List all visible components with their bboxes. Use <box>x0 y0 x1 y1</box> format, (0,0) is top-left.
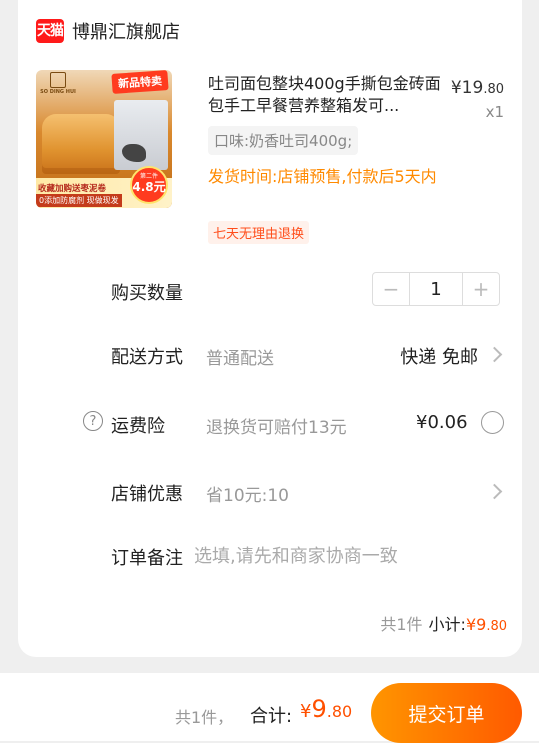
product-variant: 口味:奶香吐司400g; <box>208 126 359 155</box>
subtotal-label: 小计: <box>428 615 466 634</box>
return-policy-badge: 七天无理由退换 <box>208 221 310 244</box>
subtotal-count: 共1件 <box>380 615 423 634</box>
order-card: 天猫 博鼎汇旗舰店 SO DING HUI 新品特卖 收藏加购送枣泥卷 0添加防… <box>18 0 522 657</box>
product-title[interactable]: 吐司面包整块400g手撕包金砖面包手工早餐营养整箱发可... <box>208 73 446 117</box>
promo-subtext: 0添加防腐剂 现做现发 <box>36 194 122 207</box>
total-label: 合计: <box>250 706 293 727</box>
delivery-value: 快递 免邮 <box>400 347 478 368</box>
help-icon[interactable]: ? <box>83 411 103 431</box>
discount-label: 店铺优惠 <box>111 484 183 505</box>
order-note-input[interactable] <box>192 541 496 571</box>
checkout-bar: 共1件， 合计: ¥9.80 提交订单 <box>0 673 539 743</box>
insurance-checkbox[interactable] <box>481 411 504 434</box>
note-label: 订单备注 <box>111 548 183 569</box>
total-count: 共1件， <box>175 708 234 727</box>
insurance-price: ¥0.06 <box>416 412 468 433</box>
ship-time-notice: 发货时间:店铺预售,付款后5天内 <box>208 167 437 186</box>
product-price: ¥19.80 <box>450 78 504 98</box>
chevron-right-icon <box>486 483 503 500</box>
quantity-stepper[interactable]: − 1 + <box>372 272 500 306</box>
quantity-label: 购买数量 <box>111 283 183 304</box>
quantity-value[interactable]: 1 <box>409 273 463 305</box>
insurance-label: 运费险 <box>111 416 165 437</box>
chevron-right-icon <box>486 346 503 363</box>
decrease-button[interactable]: − <box>373 273 409 305</box>
total-amount: ¥9.80 <box>300 695 353 723</box>
discount-value: 省10元:10 <box>206 486 289 506</box>
subtotal-amount: ¥9.80 <box>465 615 507 634</box>
second-item-price-badge: 第二件 4.8元 <box>130 166 168 204</box>
delivery-method: 普通配送 <box>206 349 274 369</box>
promo-text: 收藏加购送枣泥卷 <box>38 184 107 194</box>
new-product-tag: 新品特卖 <box>111 70 169 94</box>
product-quantity: x1 <box>485 103 504 121</box>
insurance-description: 退换货可赔付13元 <box>206 418 347 438</box>
submit-order-button[interactable]: 提交订单 <box>371 683 522 743</box>
subtotal: 共1件 小计:¥9.80 <box>380 611 507 635</box>
tmall-logo-icon: 天猫 <box>36 19 64 43</box>
product-image[interactable]: SO DING HUI 新品特卖 收藏加购送枣泥卷 0添加防腐剂 现做现发 第二… <box>36 70 172 208</box>
package-picture <box>114 100 168 170</box>
increase-button[interactable]: + <box>463 273 499 305</box>
brand-logo: SO DING HUI <box>40 72 76 95</box>
delivery-label: 配送方式 <box>111 347 183 368</box>
store-name[interactable]: 博鼎汇旗舰店 <box>72 18 180 44</box>
bread-picture <box>42 114 120 174</box>
store-header[interactable]: 天猫 博鼎汇旗舰店 <box>36 18 180 44</box>
